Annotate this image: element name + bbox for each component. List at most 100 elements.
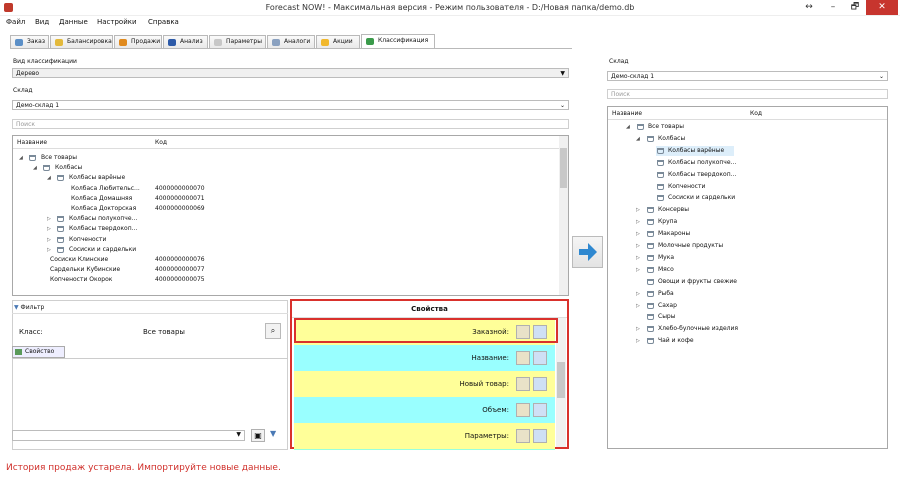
tree-row[interactable]: Копчености Окорок 4000000000075	[13, 275, 558, 285]
expand-toggle-icon[interactable]: ◢	[47, 173, 51, 183]
tree-row[interactable]: Крупа	[646, 217, 816, 227]
property-row[interactable]: Новый товар:	[294, 371, 555, 398]
tree-row[interactable]: Консервы	[646, 205, 816, 215]
property-row[interactable]: Объем:	[294, 397, 555, 424]
tree-row[interactable]: Колбасы полукопче...	[656, 158, 826, 168]
tab-promotions[interactable]: Акции	[316, 35, 360, 48]
right-classification-tree[interactable]: Название Код Все товары ◢ Колбасы ◢ Колбасы …	[607, 106, 888, 449]
scroll-thumb[interactable]	[560, 148, 567, 188]
transfer-button[interactable]	[572, 236, 603, 268]
property-row[interactable]: Название:	[294, 345, 555, 372]
expand-toggle-icon[interactable]: ▷	[636, 243, 640, 249]
close-button[interactable]: ✕	[866, 0, 898, 15]
search-class-button[interactable]: ⌕	[265, 323, 281, 339]
expand-toggle-icon[interactable]: ◢	[33, 163, 37, 173]
class-type-select[interactable]: Дерево ▼	[12, 68, 569, 78]
apply-filter-button[interactable]: ▼	[270, 429, 288, 442]
tree-row[interactable]: Чай и кофе	[646, 336, 816, 346]
tree-row[interactable]: Колбаса Домашняя 4000000000071	[13, 194, 558, 204]
column-name-header[interactable]: Название	[17, 139, 47, 146]
tree-row[interactable]: Сахар	[646, 301, 816, 311]
tree-row[interactable]: ◢ Колбасы	[13, 163, 558, 173]
tree-row[interactable]: Колбаса Докторская 4000000000069	[13, 204, 558, 214]
tab-analysis[interactable]: Анализ	[163, 35, 208, 48]
tree-row[interactable]: Овощи и фрукты свежие	[646, 277, 816, 287]
tree-row[interactable]: Колбасы	[646, 134, 816, 144]
save-filter-button[interactable]: ▣	[251, 429, 265, 442]
tab-classification[interactable]: Классификация	[361, 34, 435, 48]
expand-toggle-icon[interactable]: ▷	[636, 303, 640, 309]
right-column-name-header[interactable]: Название	[612, 110, 642, 117]
tree-row[interactable]: Молочные продукты	[646, 241, 816, 251]
edit-property-button[interactable]	[516, 377, 530, 391]
tree-row[interactable]: Рыба	[646, 289, 816, 299]
expand-toggle-icon[interactable]: ▷	[47, 245, 51, 255]
tab-balancing[interactable]: Балансировка	[50, 35, 113, 48]
calculator-icon[interactable]	[533, 403, 547, 417]
expand-toggle-icon[interactable]: ▷	[636, 338, 640, 344]
tree-row[interactable]: Колбасы варёные	[656, 145, 734, 156]
expand-toggle-icon[interactable]: ▷	[47, 214, 51, 224]
expand-toggle-icon[interactable]: ▷	[636, 326, 640, 332]
tab-sales[interactable]: Продажи	[114, 35, 162, 48]
expand-toggle-icon[interactable]: ▷	[47, 235, 51, 245]
scroll-thumb[interactable]	[557, 362, 565, 398]
column-code-header[interactable]: Код	[155, 139, 167, 146]
restore-size-icon[interactable]: ↔	[798, 0, 820, 15]
tree-row[interactable]: Колбаса Любительс... 4000000000070	[13, 184, 558, 194]
right-search-input[interactable]: Поиск	[607, 89, 888, 99]
maximize-button[interactable]: 🗗	[844, 0, 866, 15]
edit-property-button[interactable]	[516, 403, 530, 417]
menu-help[interactable]: Справка	[148, 18, 179, 26]
expand-toggle-icon[interactable]: ◢	[19, 153, 23, 163]
tree-row[interactable]: Мясо	[646, 265, 816, 275]
expand-toggle-icon[interactable]: ▷	[636, 291, 640, 297]
tree-row[interactable]: Хлебо-булочные изделия	[646, 324, 816, 334]
tree-row[interactable]: ▷ Колбасы полукопче...	[13, 214, 558, 224]
expand-toggle-icon[interactable]: ▷	[47, 224, 51, 234]
expand-toggle-icon[interactable]: ◢	[626, 124, 630, 130]
tab-order[interactable]: Заказ	[10, 35, 49, 48]
property-button[interactable]: Свойство	[12, 346, 65, 358]
menu-settings[interactable]: Настройки	[97, 18, 137, 26]
tree-row[interactable]: Колбасы твердокоп...	[656, 170, 826, 180]
tree-row[interactable]: ▷ Сосиски и сардельки	[13, 245, 558, 255]
edit-property-button[interactable]	[516, 429, 530, 443]
expand-toggle-icon[interactable]: ▷	[636, 267, 640, 273]
tree-row[interactable]: Все товары	[636, 122, 806, 132]
vertical-scrollbar[interactable]	[559, 136, 568, 295]
tree-row[interactable]: ▷ Копчености	[13, 235, 558, 245]
expand-toggle-icon[interactable]: ▷	[636, 255, 640, 261]
search-input[interactable]: Поиск	[12, 119, 569, 129]
minimize-button[interactable]: –	[822, 0, 844, 15]
tree-row[interactable]: Мука	[646, 253, 816, 263]
expand-toggle-icon[interactable]: ▷	[636, 219, 640, 225]
right-warehouse-select[interactable]: Демо-склад 1 ⌄	[607, 71, 888, 81]
edit-property-button[interactable]	[516, 351, 530, 365]
tab-analogs[interactable]: Аналоги	[267, 35, 315, 48]
menu-view[interactable]: Вид	[35, 18, 49, 26]
tree-row[interactable]: ▷ Колбасы твердокоп...	[13, 224, 558, 234]
calculator-icon[interactable]	[533, 351, 547, 365]
tab-parameters[interactable]: Параметры	[209, 35, 266, 48]
tree-row[interactable]: ◢ Колбасы варёные	[13, 173, 558, 183]
expand-toggle-icon[interactable]: ▷	[636, 207, 640, 213]
right-column-code-header[interactable]: Код	[750, 110, 762, 117]
tree-row[interactable]: ◢ Все товары	[13, 153, 558, 163]
warehouse-select[interactable]: Демо-склад 1 ⌄	[12, 100, 569, 110]
menu-data[interactable]: Данные	[59, 18, 88, 26]
classification-tree[interactable]: Название Код ◢ Все товары ◢ Колбасы ◢ Колбасы…	[12, 135, 569, 296]
property-row[interactable]: Параметры:	[294, 423, 555, 450]
calculator-icon[interactable]	[533, 377, 547, 391]
tree-row[interactable]: Сардельки Кубинские 4000000000077	[13, 265, 558, 275]
tree-row[interactable]: Сыры	[646, 312, 816, 322]
tree-row[interactable]: Макароны	[646, 229, 816, 239]
menu-file[interactable]: Файл	[6, 18, 25, 26]
filter-select[interactable]: ▼	[12, 430, 245, 441]
expand-toggle-icon[interactable]: ◢	[636, 136, 640, 142]
calculator-icon[interactable]	[533, 429, 547, 443]
tree-row[interactable]: Копчености	[656, 182, 826, 192]
tree-row[interactable]: Сосиски и сардельки	[656, 193, 826, 203]
tree-row[interactable]: Сосиски Клинские 4000000000076	[13, 255, 558, 265]
expand-toggle-icon[interactable]: ▷	[636, 231, 640, 237]
